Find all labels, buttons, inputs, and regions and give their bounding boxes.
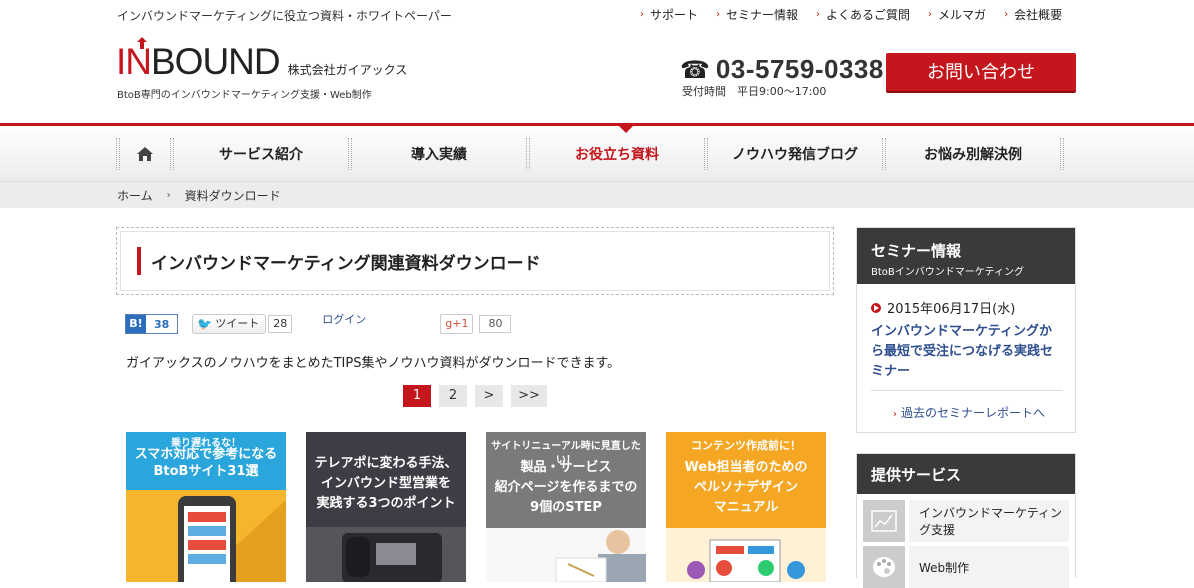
hatena-count: 38 xyxy=(154,317,170,331)
seminar-widget: セミナー情報 BtoBインバウンドマーケティング 2015年06月17日(水) … xyxy=(856,227,1076,433)
page-next[interactable]: > xyxy=(475,385,503,407)
breadcrumb-current: 資料ダウンロード xyxy=(184,189,281,203)
pagination: 1 2 > >> xyxy=(403,385,555,407)
desk-illustration xyxy=(486,528,646,582)
home-icon xyxy=(137,147,153,161)
logo-wordmark: INBOUND xyxy=(116,37,281,80)
card-title: 製品・サービス xyxy=(520,460,612,475)
nav-services[interactable]: サービス紹介 xyxy=(174,138,348,170)
phone-number: 03-5759-0338 xyxy=(715,54,884,84)
chevron-right-icon: › xyxy=(928,9,933,20)
persona-illustration xyxy=(666,528,826,582)
breadcrumb: ホーム › 資料ダウンロード xyxy=(117,187,281,204)
seminar-date: 2015年06月17日(水) xyxy=(871,298,1015,317)
chevron-right-icon: › xyxy=(640,9,644,20)
nav-resources[interactable]: お役立ち資料 xyxy=(530,138,704,170)
global-nav-items: サービス紹介 導入実績 お役立ち資料 ノウハウ発信ブログ お悩み別解決例 xyxy=(116,138,1064,170)
business-hours: 受付時間 平日9:00〜17:00 xyxy=(682,85,827,98)
card-title: 9個のSTEP xyxy=(530,500,602,515)
phone-icon: ☎ xyxy=(680,55,710,84)
chevron-right-icon: › xyxy=(816,9,821,20)
card-title: ペルソナデザイン xyxy=(693,480,798,495)
site-tagline: インバウンドマーケティングに役立つ資料・ホワイトペーパー xyxy=(117,9,452,23)
page-last[interactable]: >> xyxy=(511,385,547,407)
top-link-seminar[interactable]: › セミナー情報 xyxy=(716,6,798,23)
site-logo[interactable]: INBOUND 株式会社ガイアックス xyxy=(116,37,408,80)
card-title: テレアポに変わる手法、 xyxy=(314,456,458,471)
logo-arrow-icon xyxy=(137,37,147,49)
card-title: 実践する3つのポイント xyxy=(316,496,456,511)
breadcrumb-home[interactable]: ホーム xyxy=(117,187,153,204)
hatena-bookmark-button[interactable]: B! 38 xyxy=(125,314,179,334)
nav-divider xyxy=(1060,138,1064,170)
resource-card-persona[interactable]: コンテンツ作成前に！ Web担当者のための ペルソナデザイン マニュアル xyxy=(666,432,826,582)
tweet-count: 28 xyxy=(268,315,293,333)
nav-blog[interactable]: ノウハウ発信ブログ xyxy=(708,138,882,170)
service-label: インバウンドマーケティング支援 xyxy=(909,500,1069,542)
smartphone-illustration xyxy=(178,496,286,582)
service-web-production[interactable]: Web制作 xyxy=(863,546,1069,588)
google-plus-button[interactable]: g+1 xyxy=(440,314,474,334)
divider xyxy=(871,390,1063,391)
top-links: › サポート › セミナー情報 › よくあるご質問 › メルマガ › 会社概要 xyxy=(640,6,1062,23)
resource-card-smartphone[interactable]: 乗り遅れるな！ スマホ対応で参考になる BtoBサイト31選 xyxy=(126,432,286,582)
seminar-subheading: BtoBインバウンドマーケティング xyxy=(871,267,1024,278)
google-plus-count: 80 xyxy=(479,315,512,333)
past-seminar-link[interactable]: › 過去のセミナーレポートへ xyxy=(893,404,1045,421)
tweet-widget: 🐦 ツイート 28 xyxy=(192,314,293,334)
login-link[interactable]: ログイン xyxy=(322,311,366,327)
service-label: Web制作 xyxy=(909,546,1069,588)
chevron-right-icon: › xyxy=(1004,9,1009,20)
seminar-heading: セミナー情報 xyxy=(871,242,962,260)
card-title: Web担当者のための xyxy=(684,460,808,475)
twitter-bird-icon: 🐦 xyxy=(197,317,213,331)
resource-card-product-page[interactable]: サイトリニューアル時に見直したい！ 製品・サービス 紹介ページを作るまでの 9個… xyxy=(486,432,646,582)
contact-button[interactable]: お問い合わせ xyxy=(886,53,1076,93)
nav-home[interactable] xyxy=(120,138,170,170)
services-heading: 提供サービス xyxy=(857,454,1075,494)
top-link-newsletter[interactable]: › メルマガ xyxy=(928,6,986,23)
card-title: BtoBサイト31選 xyxy=(153,464,259,479)
social-buttons: B! 38 🐦 ツイート 28 ログイン g+1 80 xyxy=(125,311,512,334)
play-circle-icon xyxy=(871,302,881,313)
resource-card-inbound-sales[interactable]: テレアポに変わる手法、 インバウンド型営業を 実践する3つのポイント xyxy=(306,432,466,582)
page-1[interactable]: 1 xyxy=(403,385,431,407)
card-title: インバウンド型営業を xyxy=(320,476,451,491)
page-2[interactable]: 2 xyxy=(439,385,467,407)
card-title: 紹介ページを作るまでの xyxy=(494,480,638,495)
title-accent-bar xyxy=(137,247,141,275)
logo-subtitle: BtoB専門のインバウンドマーケティング支援・Web制作 xyxy=(117,90,372,101)
chevron-right-icon: › xyxy=(166,190,171,201)
card-title: マニュアル xyxy=(713,500,779,515)
nav-active-indicator xyxy=(619,126,633,133)
page-title: インバウンドマーケティング関連資料ダウンロード xyxy=(151,253,541,274)
page-description: ガイアックスのノウハウをまとめたTIPS集やノウハウ資料がダウンロードできます。 xyxy=(126,356,621,371)
service-inbound-support[interactable]: インバウンドマーケティング支援 xyxy=(863,500,1069,542)
telephone-illustration xyxy=(306,527,466,582)
seminar-title-link[interactable]: インバウンドマーケティングから最短で受注につなげる実践セミナー xyxy=(871,322,1063,382)
tweet-button[interactable]: 🐦 ツイート xyxy=(192,314,267,334)
card-tag: コンテンツ作成前に！ xyxy=(691,439,801,452)
page-title-box: インバウンドマーケティング関連資料ダウンロード xyxy=(116,227,834,295)
top-link-support[interactable]: › サポート xyxy=(640,6,698,23)
chart-icon xyxy=(863,500,905,542)
nav-case-studies[interactable]: 導入実績 xyxy=(352,138,526,170)
company-name: 株式会社ガイアックス xyxy=(287,63,408,77)
top-link-faq[interactable]: › よくあるご質問 xyxy=(816,6,910,23)
chevron-right-icon: › xyxy=(716,9,721,20)
google-plus-widget: g+1 80 xyxy=(440,314,512,334)
services-widget: 提供サービス インバウンドマーケティング支援 Web制作 xyxy=(856,453,1076,588)
resource-cards: 乗り遅れるな！ スマホ対応で参考になる BtoBサイト31選 テレアポに変わる手… xyxy=(126,432,846,582)
card-title: スマホ対応で参考になる xyxy=(134,447,278,462)
top-link-company[interactable]: › 会社概要 xyxy=(1004,6,1062,23)
nav-solutions[interactable]: お悩み別解決例 xyxy=(886,138,1060,170)
palette-icon xyxy=(863,546,905,588)
phone-number-block: ☎ 03-5759-0338 xyxy=(680,54,884,85)
seminar-header: セミナー情報 BtoBインバウンドマーケティング xyxy=(857,228,1075,284)
chevron-right-icon: › xyxy=(893,409,897,420)
hatena-icon: B! xyxy=(126,315,146,333)
